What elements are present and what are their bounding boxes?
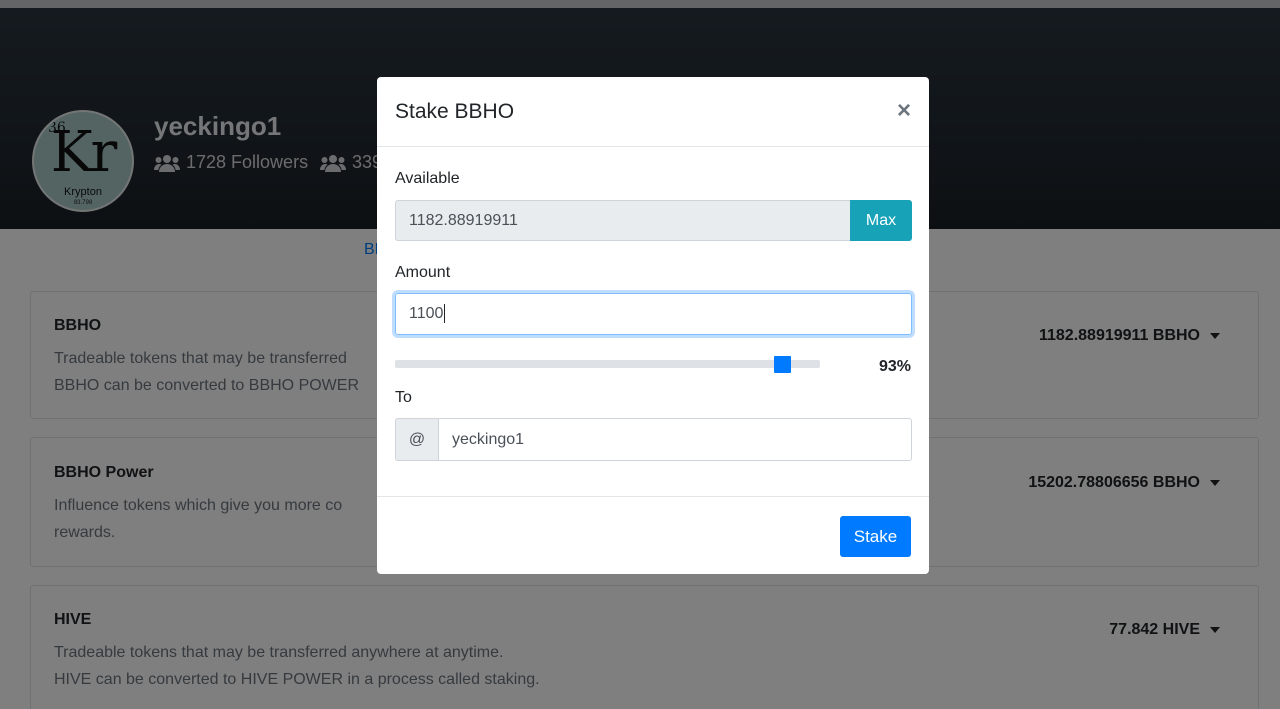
to-input-group: @ yeckingo1 (395, 418, 912, 461)
text-cursor (444, 304, 446, 324)
max-button[interactable]: Max (850, 200, 912, 241)
amount-value: 1100 (409, 305, 444, 322)
modal-footer: Stake (377, 496, 929, 574)
modal-title: Stake BBHO (395, 100, 515, 123)
at-symbol-addon: @ (395, 418, 439, 461)
amount-label: Amount (395, 264, 451, 281)
stake-button[interactable]: Stake (840, 516, 911, 557)
slider-percent: 93% (878, 358, 911, 375)
amount-slider[interactable] (395, 356, 820, 373)
available-label: Available (395, 170, 460, 187)
amount-input[interactable]: 1100 (395, 293, 912, 335)
available-input-group: 1182.88919911 Max (395, 200, 912, 241)
to-account-input[interactable]: yeckingo1 (439, 418, 912, 461)
close-icon[interactable]: × (897, 97, 911, 125)
available-balance-field: 1182.88919911 (395, 200, 850, 241)
slider-thumb[interactable] (774, 356, 791, 373)
to-label: To (395, 389, 412, 406)
stake-modal: Stake BBHO × Available 1182.88919911 Max… (377, 77, 929, 574)
modal-header: Stake BBHO × (377, 77, 929, 147)
